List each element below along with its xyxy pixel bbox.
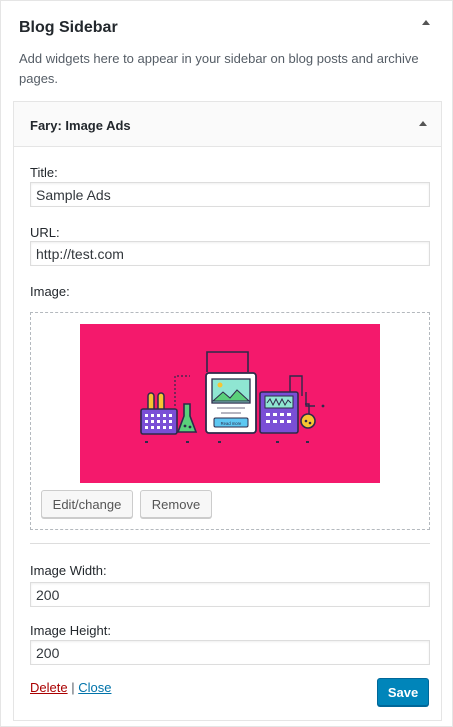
ad-image-preview: Read more: [80, 324, 380, 483]
image-label: Image:: [30, 284, 70, 299]
read-more-text: Read more: [221, 421, 242, 426]
title-input[interactable]: [30, 182, 430, 207]
separator: |: [71, 680, 75, 695]
panel-title: Blog Sidebar: [19, 19, 118, 36]
remove-button[interactable]: Remove: [140, 490, 212, 518]
image-width-input[interactable]: [30, 582, 430, 607]
save-button[interactable]: Save: [377, 678, 429, 706]
title-label: Title:: [30, 165, 58, 180]
image-ads-widget: Fary: Image Ads Title: URL: Image:: [13, 101, 442, 721]
laboratory-illustration: Read more: [140, 351, 325, 443]
image-height-label: Image Height:: [30, 623, 111, 638]
image-dropzone: Read more Edit/change Remove: [30, 312, 430, 530]
edit-change-button[interactable]: Edit/change: [41, 490, 133, 518]
close-link[interactable]: Close: [78, 680, 111, 695]
blog-sidebar-header[interactable]: Blog Sidebar: [1, 1, 452, 41]
image-height-input[interactable]: [30, 640, 430, 665]
delete-link[interactable]: Delete: [30, 680, 68, 695]
divider: [30, 543, 430, 544]
panel-description: Add widgets here to appear in your sideb…: [19, 51, 419, 86]
widget-collapse-arrow-icon[interactable]: [419, 121, 427, 126]
url-input[interactable]: [30, 241, 430, 266]
widget-header[interactable]: Fary: Image Ads: [14, 102, 441, 147]
image-width-label: Image Width:: [30, 563, 107, 578]
collapse-arrow-icon[interactable]: [422, 20, 430, 25]
widget-title: Fary: Image Ads: [30, 118, 131, 133]
widget-control-actions: Delete | Close: [30, 680, 111, 695]
blog-sidebar-panel: Blog Sidebar Add widgets here to appear …: [0, 0, 453, 727]
url-label: URL:: [30, 225, 60, 240]
